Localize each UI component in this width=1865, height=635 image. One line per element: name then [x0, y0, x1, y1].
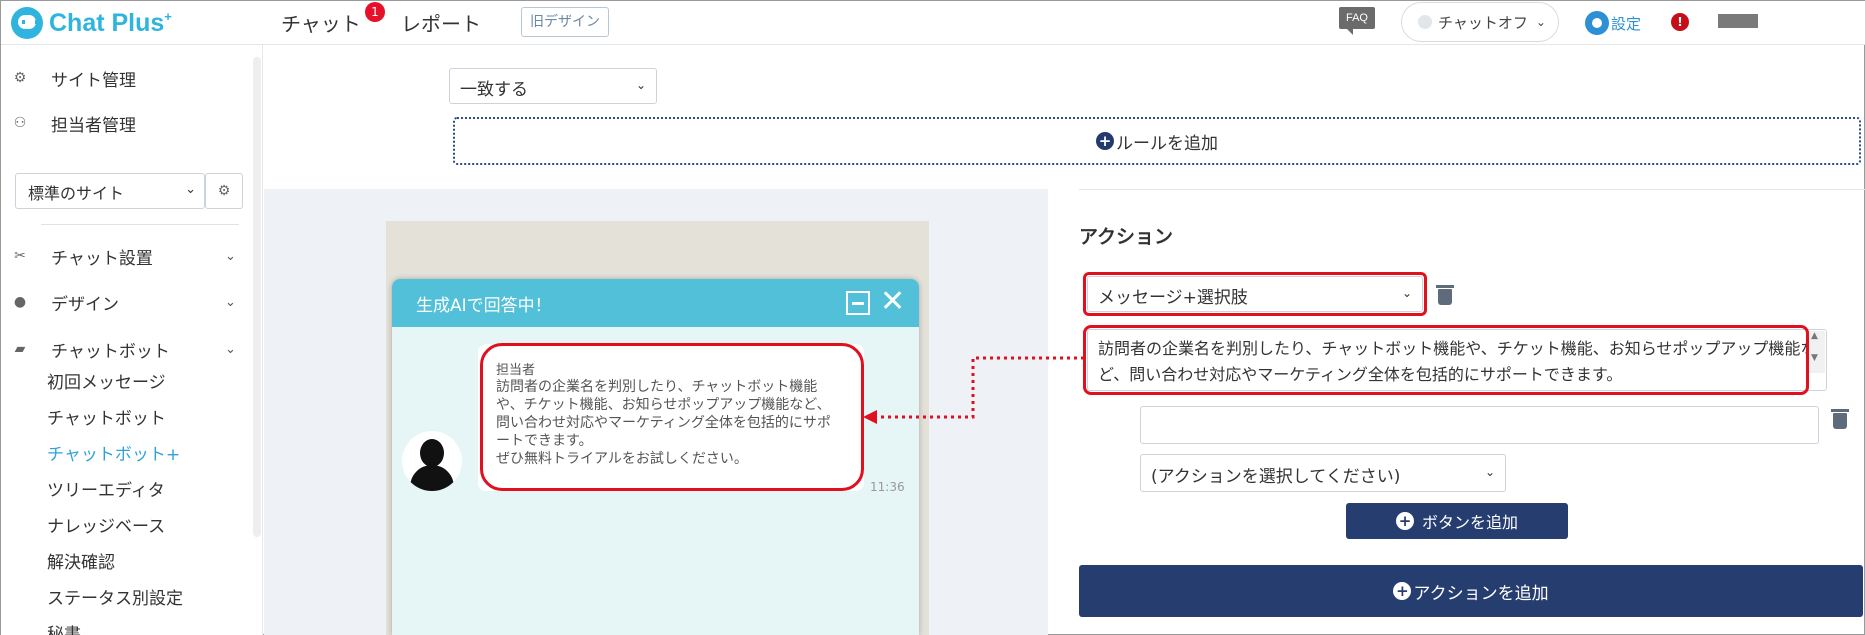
sidebar: ⚙ サイト管理 ⚇ 担当者管理 標準のサイト ⌄ ⚙ ✂ チャット設置 ⌄ ● … [1, 45, 263, 635]
sidebar-subitem-secretary[interactable]: 秘書 [47, 621, 81, 635]
add-action-label: アクションを追加 [1413, 583, 1549, 604]
add-button-button[interactable]: + ボタンを追加 [1346, 503, 1568, 539]
choice-label-input[interactable] [1140, 406, 1819, 444]
choice-action-select[interactable]: (アクションを選択してください) ⌄ [1140, 454, 1506, 492]
sidebar-subitem-status-settings[interactable]: ステータス別設定 [47, 585, 183, 613]
message-time: 11:36 [870, 480, 905, 494]
chat-status-toggle[interactable]: チャットオフ ⌄ [1401, 2, 1559, 42]
plus-circle-icon: + [1393, 582, 1412, 600]
settings-link[interactable]: 設定 [1585, 11, 1641, 35]
plus-circle-icon: + [1395, 512, 1414, 530]
gear-icon [1585, 11, 1609, 35]
sidebar-item-label: サイト管理 [51, 70, 136, 91]
logo-text: Chat Plus+ [49, 8, 172, 37]
sidebar-divider [41, 224, 239, 225]
trash-icon[interactable] [1831, 409, 1849, 429]
nav-chat[interactable]: チャット [281, 8, 361, 37]
add-rule-button[interactable]: + ルールを追加 [453, 117, 1861, 165]
gear-icon: ⚙ [217, 183, 231, 199]
widget-title: 生成AIで回答中！ [416, 296, 552, 316]
chevron-down-icon: ⌄ [185, 182, 196, 197]
close-icon[interactable]: ✕ [880, 285, 905, 319]
sidebar-subitem-first-message[interactable]: 初回メッセージ [47, 369, 166, 397]
sidebar-subitem-chatbot[interactable]: チャットボット [47, 405, 166, 433]
sidebar-scrollbar[interactable] [253, 57, 261, 537]
rule-match-select[interactable]: 一致する ⌄ [449, 68, 657, 104]
add-button-label: ボタンを追加 [1421, 513, 1518, 532]
nav-report[interactable]: レポート [401, 8, 481, 37]
chat-plus-logo-icon [11, 7, 43, 39]
sidebar-item-staff-manage[interactable]: ⚇ 担当者管理 [11, 108, 136, 138]
chevron-down-icon: ⌄ [1484, 465, 1495, 479]
status-dot-icon [1418, 15, 1432, 29]
alert-icon[interactable]: ! [1671, 13, 1689, 31]
chevron-down-icon: ⌄ [225, 294, 236, 310]
choice-action-value: (アクションを選択してください) [1151, 467, 1401, 487]
chevron-down-icon: ⌄ [225, 341, 236, 357]
sidebar-item-design[interactable]: ● デザイン ⌄ [11, 287, 236, 317]
tools-icon: ✂ [14, 248, 26, 264]
sidebar-item-label: チャットボット [51, 341, 170, 362]
chevron-down-icon: ⌄ [225, 248, 236, 264]
old-design-button[interactable]: 旧デザイン [521, 7, 609, 37]
sidebar-item-label: デザイン [51, 294, 119, 315]
chat-notification-badge: 1 [365, 2, 385, 22]
chat-status-label: チャットオフ [1438, 13, 1528, 32]
sidebar-item-chatbot[interactable]: ▰ チャットボット ⌄ [11, 334, 236, 364]
sidebar-item-chat-install[interactable]: ✂ チャット設置 ⌄ [11, 241, 236, 271]
highlight-message [1083, 325, 1809, 395]
textarea-scrollbar[interactable] [1807, 331, 1825, 373]
chevron-down-icon: ⌄ [1535, 15, 1546, 29]
palette-icon: ● [13, 294, 27, 310]
chevron-down-icon: ⌄ [635, 78, 646, 92]
widget-header: 生成AIで回答中！ ✕ [392, 279, 919, 327]
site-select-value: 標準のサイト [28, 184, 125, 203]
staff-icon: ⚇ [13, 115, 27, 131]
chat-bubble-icon: ▰ [14, 341, 26, 357]
sidebar-subitem-tree-editor[interactable]: ツリーエディタ [47, 477, 165, 505]
top-header: Chat Plus+ チャット 1 レポート 旧デザイン FAQ チャットオフ … [1, 1, 1865, 45]
sidebar-subitem-resolution-check[interactable]: 解決確認 [47, 549, 115, 577]
sidebar-item-label: 担当者管理 [51, 115, 136, 136]
minimize-icon[interactable] [846, 291, 870, 315]
section-divider [1079, 189, 1865, 190]
highlight-action-type [1083, 272, 1427, 316]
trash-icon[interactable] [1436, 285, 1454, 305]
highlight-preview-bubble [480, 343, 864, 491]
add-rule-label: ルールを追加 [1116, 133, 1218, 154]
annotation-arrow [863, 356, 1084, 424]
settings-label: 設定 [1611, 14, 1642, 33]
rule-match-value: 一致する [460, 80, 528, 100]
site-select[interactable]: 標準のサイト ⌄ [15, 173, 205, 209]
user-menu[interactable] [1718, 14, 1758, 28]
chat-plus-logo[interactable]: Chat Plus+ [11, 7, 172, 39]
faq-icon[interactable]: FAQ [1339, 7, 1375, 35]
action-heading: アクション [1079, 226, 1174, 248]
sidebar-subitem-chatbot-plus[interactable]: チャットボット+ [47, 441, 180, 469]
sidebar-subitem-knowledge-base[interactable]: ナレッジベース [47, 513, 165, 541]
avatar [402, 431, 462, 491]
sidebar-item-site-manage[interactable]: ⚙ サイト管理 [11, 63, 136, 93]
sidebar-item-label: チャット設置 [51, 248, 153, 269]
site-gear-icon: ⚙ [13, 70, 27, 86]
avatar-head [420, 439, 444, 467]
avatar-body [410, 465, 454, 491]
site-settings-button[interactable]: ⚙ [205, 173, 243, 209]
plus-circle-icon: + [1096, 132, 1114, 150]
add-action-button[interactable]: + アクションを追加 [1079, 565, 1863, 617]
